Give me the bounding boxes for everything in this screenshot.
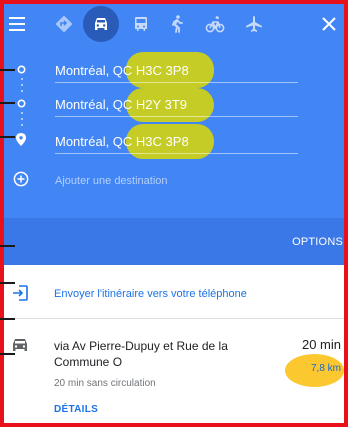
mode-cycling[interactable] [197,6,233,42]
airplane-icon [246,16,262,32]
details-link[interactable]: DÉTAILS [54,404,98,415]
walking-icon [172,15,183,33]
add-destination-input[interactable]: Ajouter une destination [55,175,168,187]
annotation-tick [0,318,15,320]
mode-flight[interactable] [236,6,272,42]
waypoint-underline [55,82,298,83]
directions-panel: Montréal, QC H3C 3P8 Montréal, QC H2Y 3T… [0,0,348,427]
waypoint-stop[interactable]: Montréal, QC H2Y 3T9 [55,97,187,112]
waypoint-underline [55,153,298,154]
travel-mode-toolbar [0,0,348,48]
waypoint-city: Montréal, Q [55,63,123,78]
mode-driving[interactable] [83,6,119,42]
add-circle-icon[interactable] [13,171,29,187]
car-icon [13,339,27,351]
hamburger-menu-icon[interactable] [9,17,25,31]
options-button[interactable]: OPTIONS [292,236,343,248]
send-to-device-icon[interactable] [12,285,28,301]
directions-header: Montréal, QC H3C 3P8 Montréal, QC H2Y 3T… [0,0,348,218]
annotation-tick [0,245,15,247]
annotation-tick [0,136,15,138]
waypoint-postal-code: C H3C 3P8 [122,63,189,78]
annotation-tick [0,69,15,71]
waypoint-origin[interactable]: Montréal, QC H3C 3P8 [55,63,189,78]
annotation-tick [0,353,15,355]
waypoint-city: Montréal, Q [55,97,123,112]
bus-icon [135,17,147,31]
annotation-tick [0,282,15,284]
close-icon[interactable] [322,17,336,31]
route-duration: 20 min [301,337,341,352]
waypoint-postal-code: C H2Y 3T9 [122,97,187,112]
bicycle-icon [205,16,225,33]
waypoint-destination[interactable]: Montréal, QC H3C 3P8 [55,134,189,149]
destination-pin-icon [16,133,26,146]
send-to-phone-link[interactable]: Envoyer l'itinéraire vers votre téléphon… [54,288,247,300]
traffic-note: 20 min sans circulation [54,378,156,389]
diamond-turn-icon [55,15,73,33]
annotation-tick [0,102,15,104]
car-icon [95,18,107,30]
waypoint-city: Montréal, Q [55,134,123,149]
stop-circle-icon [17,99,26,108]
route-summary[interactable]: via Av Pierre-Dupuy et Rue de la Commune… [54,338,274,370]
waypoint-postal-code: C H3C 3P8 [122,134,189,149]
waypoint-underline [55,116,298,117]
origin-circle-icon [17,65,26,74]
mode-transit[interactable] [123,6,159,42]
route-distance: 7,8 km [310,363,341,374]
section-divider [0,318,348,319]
mode-best-route[interactable] [46,6,82,42]
mode-walking[interactable] [159,6,195,42]
